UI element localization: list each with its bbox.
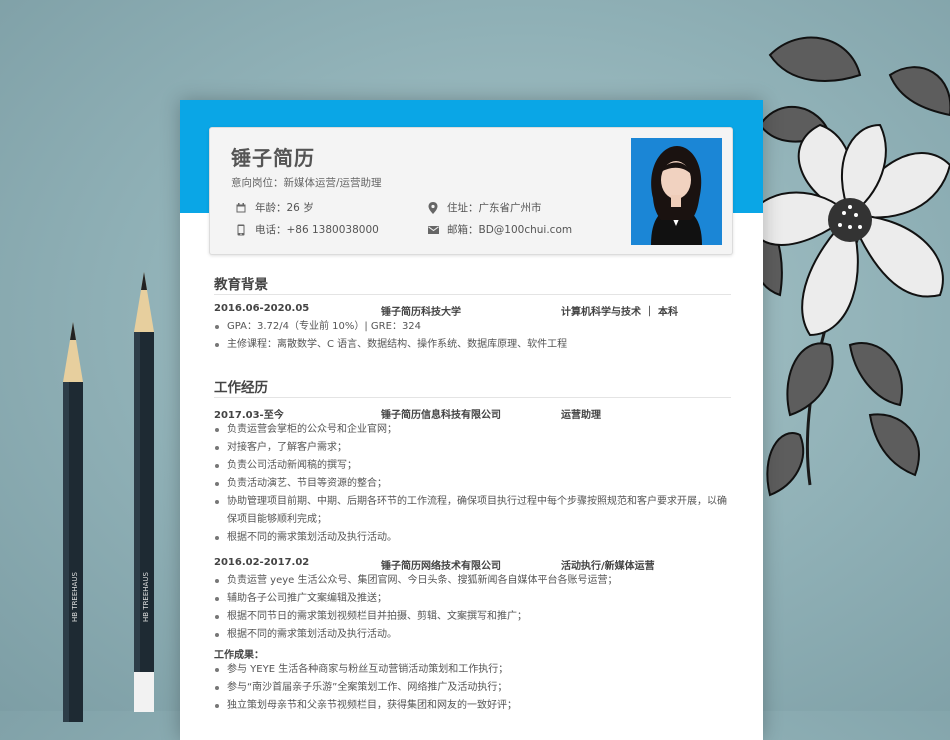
address-text: 住址：广东省广州市 [447, 202, 542, 214]
work-title: 工作经历 [214, 380, 268, 396]
svg-text:HB TREEHAUS: HB TREEHAUS [142, 572, 150, 622]
email-text: 邮箱：BD@100chui.com [447, 224, 573, 236]
education-divider [214, 294, 731, 295]
email-info: 邮箱：BD@100chui.com [427, 222, 572, 237]
list-item: 协助管理项目前期、中期、后期各环节的工作流程，确保项目执行过程中每个步骤按照规范… [214, 493, 734, 529]
calendar-icon [235, 202, 247, 214]
job-role: 活动执行/新媒体运营 [561, 561, 655, 572]
profile-photo [631, 138, 722, 245]
list-item: 独立策划母亲节和父亲节视频栏目，获得集团和网友的一致好评； [214, 697, 734, 715]
list-item: 负责公司活动新闻稿的撰写； [214, 457, 734, 475]
education-period: 2016.06-2020.05 [214, 303, 310, 314]
work-divider [214, 397, 731, 398]
job-period: 2017.03-至今 [214, 410, 284, 421]
list-item: 根据不同节日的需求策划视频栏目并拍摄、剪辑、文案撰写和推广； [214, 608, 734, 626]
education-title: 教育背景 [214, 277, 268, 293]
list-item: 负责运营 yeye 生活公众号、集团官网、今日头条、搜狐新闻各自媒体平台各账号运… [214, 572, 734, 590]
list-item: 参与“南沙首届亲子乐游”全案策划工作、网络推广及活动执行； [214, 679, 734, 697]
list-item: 辅助各子公司推广文案编辑及推送； [214, 590, 734, 608]
job-period: 2016.02-2017.02 [214, 557, 310, 568]
list-item: GPA：3.72/4（专业前 10%）| GRE：324 [214, 318, 734, 336]
job-role: 运营助理 [561, 410, 601, 421]
achievements-label: 工作成果： [214, 650, 264, 661]
flower-decoration [748, 36, 950, 497]
resume-name: 锤子简历 [231, 146, 315, 170]
list-item: 负责运营会掌柜的公众号和企业官网； [214, 421, 734, 439]
resume-page: 锤子简历 意向岗位：新媒体运营/运营助理 年龄：26 岁 住址：广东省广州市 电… [180, 100, 763, 740]
phone-icon [235, 224, 247, 236]
list-item: 负责活动演艺、节目等资源的整合； [214, 475, 734, 493]
list-item: 参与 YEYE 生活各种商家与粉丝互动营销活动策划和工作执行； [214, 661, 734, 679]
list-item: 根据不同的需求策划活动及执行活动。 [214, 529, 734, 547]
list-item: 对接客户，了解客户需求； [214, 439, 734, 457]
mail-icon [427, 224, 439, 236]
location-icon [427, 201, 439, 214]
list-item: 主修课程：离散数学、C 语言、数据结构、操作系统、数据库原理、软件工程 [214, 336, 734, 354]
profile-card: 锤子简历 意向岗位：新媒体运营/运营助理 年龄：26 岁 住址：广东省广州市 电… [209, 127, 733, 255]
education-school: 锤子简历科技大学 [381, 307, 461, 318]
pencil: HB TREEHAUS [63, 322, 83, 722]
svg-text:HB TREEHAUS: HB TREEHAUS [71, 572, 79, 622]
phone-text: 电话：+86 1380038000 [255, 224, 379, 236]
pencil: HB TREEHAUS [134, 272, 154, 712]
job-company: 锤子简历信息科技有限公司 [381, 410, 501, 421]
list-item: 根据不同的需求策划活动及执行活动。 [214, 626, 734, 644]
intent-position: 意向岗位：新媒体运营/运营助理 [231, 177, 382, 189]
job-company: 锤子简历网络技术有限公司 [381, 561, 501, 572]
education-major: 计算机科学与技术 ｜ 本科 [561, 307, 678, 318]
age-info: 年龄：26 岁 [235, 200, 314, 215]
age-text: 年龄：26 岁 [255, 202, 314, 214]
phone-info: 电话：+86 1380038000 [235, 222, 379, 237]
address-info: 住址：广东省广州市 [427, 200, 542, 215]
